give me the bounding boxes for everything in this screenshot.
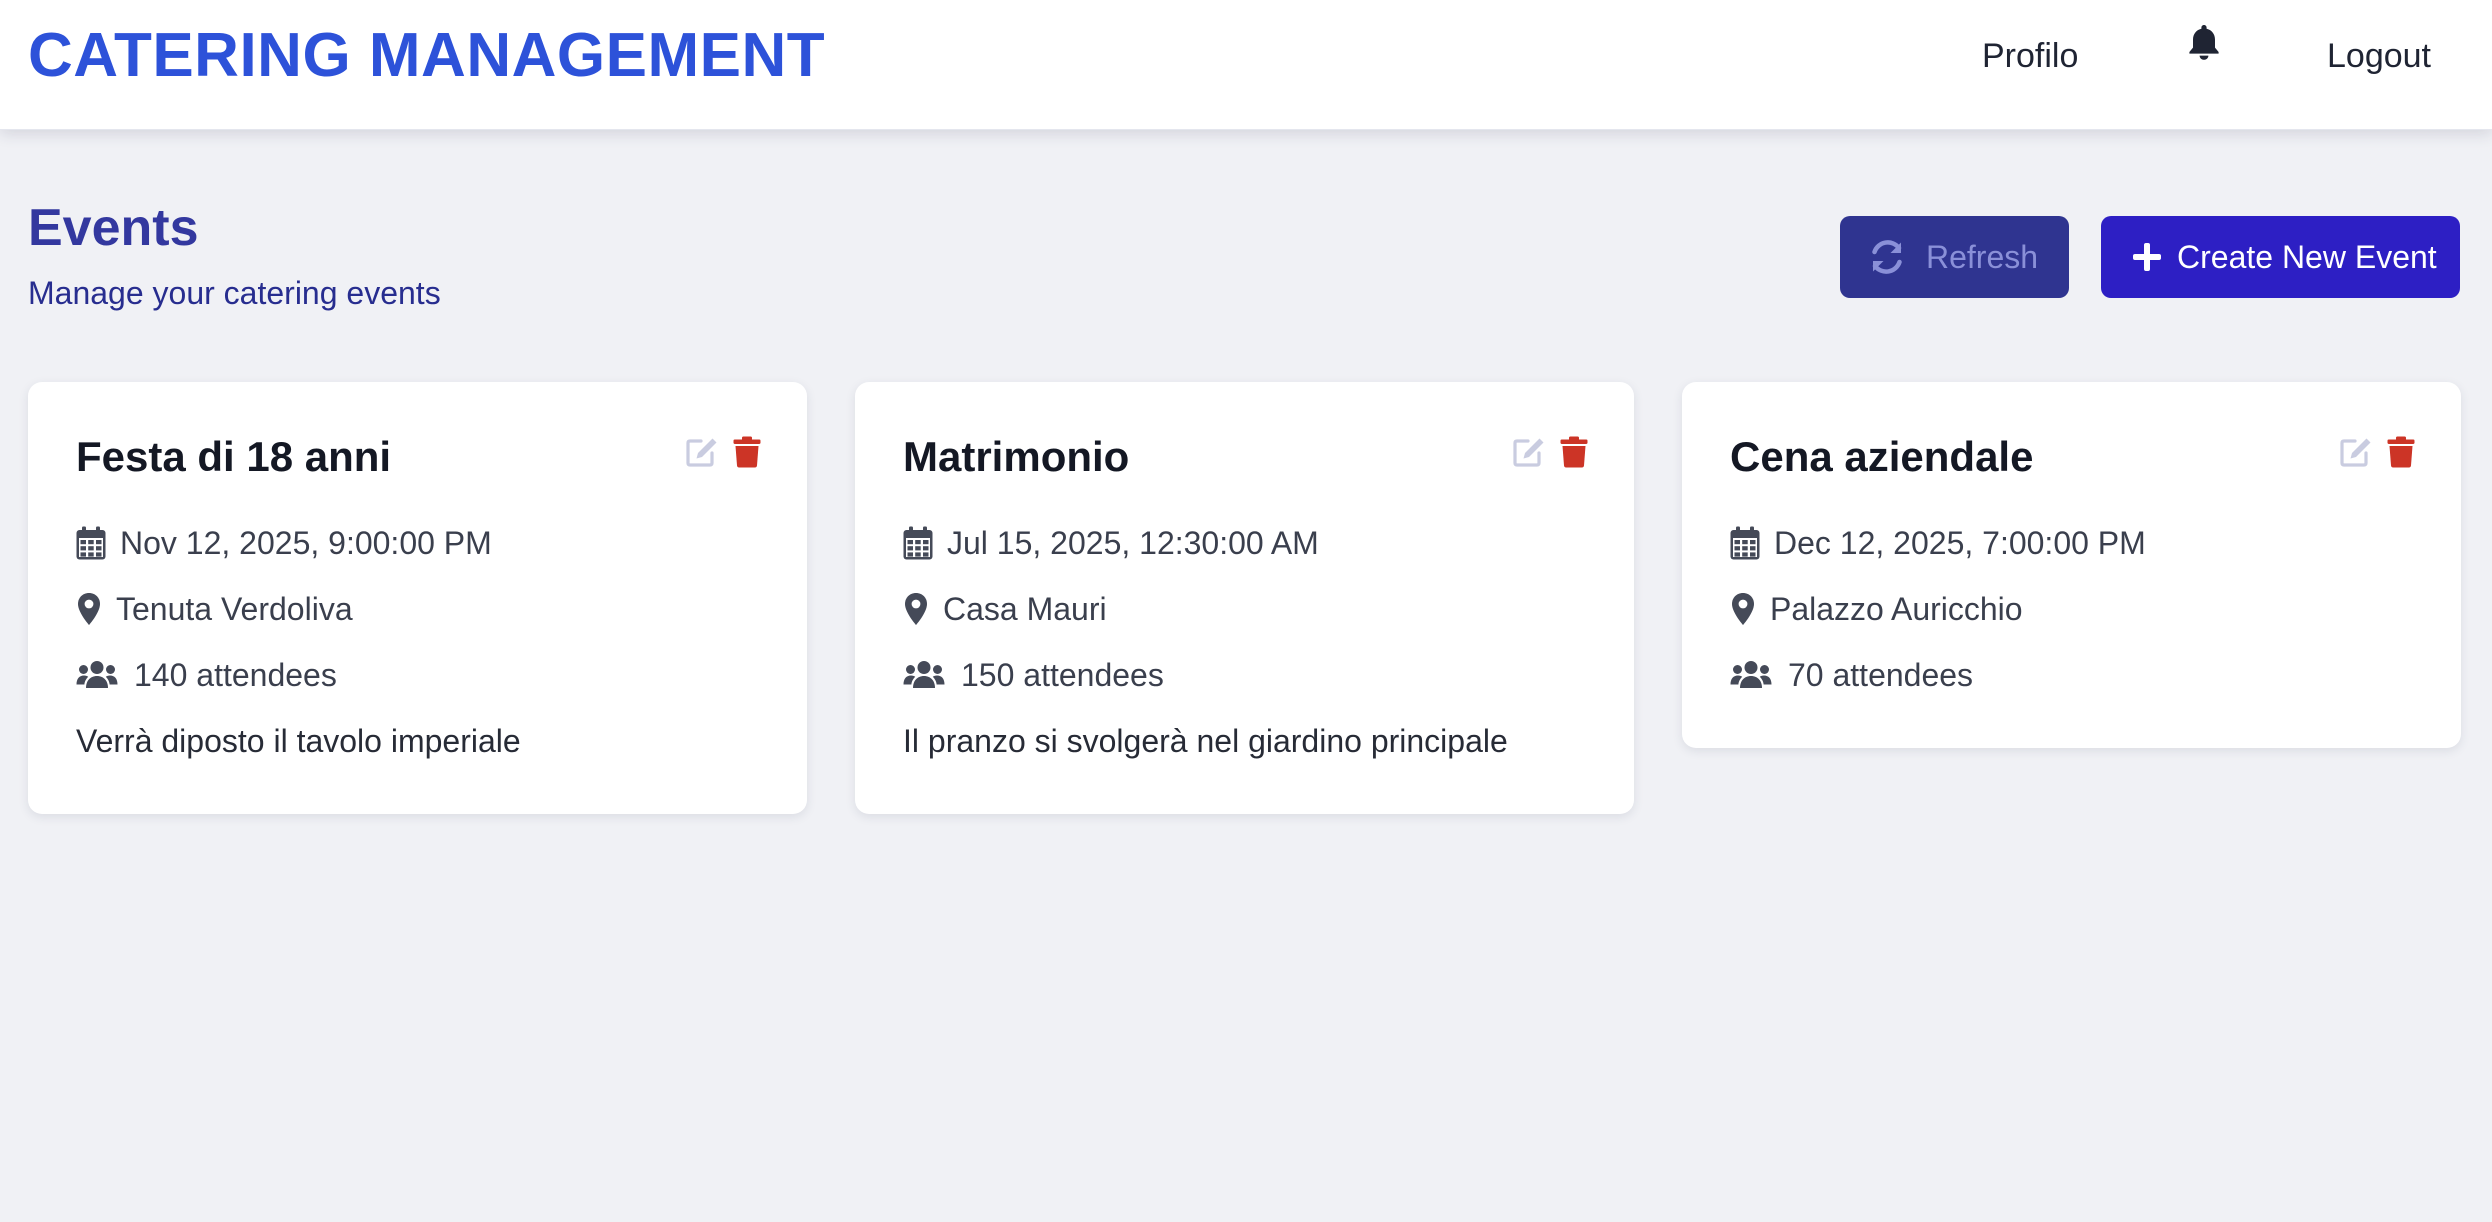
users-icon: [1730, 660, 1772, 690]
trash-icon[interactable]: [1560, 436, 1588, 473]
event-title: Cena aziendale: [1730, 433, 2034, 480]
users-icon: [76, 660, 118, 690]
top-navbar: CATERING MANAGEMENT Profilo Logout: [0, 0, 2492, 130]
map-pin-icon: [1730, 592, 1756, 626]
trash-icon[interactable]: [2387, 436, 2415, 473]
refresh-button-label: Refresh: [1926, 239, 2039, 275]
event-location: Tenuta Verdoliva: [116, 591, 353, 627]
calendar-icon: [1730, 526, 1760, 560]
event-date: Dec 12, 2025, 7:00:00 PM: [1774, 525, 2146, 561]
plus-icon: [2131, 241, 2177, 273]
event-attendees: 140 attendees: [134, 657, 337, 693]
refresh-button[interactable]: Refresh: [1840, 216, 2069, 298]
event-location: Palazzo Auricchio: [1770, 591, 2023, 627]
event-description: Verrà diposto il tavolo imperiale: [76, 723, 521, 759]
event-title: Matrimonio: [903, 433, 1130, 480]
create-event-button-label: Create New Event: [2177, 239, 2437, 275]
page-subtitle: Manage your catering events: [28, 275, 441, 311]
event-location: Casa Mauri: [943, 591, 1107, 627]
event-description: Il pranzo si svolgerà nel giardino princ…: [903, 723, 1508, 759]
calendar-icon: [903, 526, 933, 560]
event-card: Festa di 18 anni Nov 12, 2025, 9:00:00 P…: [28, 382, 807, 814]
edit-icon[interactable]: [685, 436, 719, 473]
map-pin-icon: [903, 592, 929, 626]
nav-profile-link[interactable]: Profilo: [1982, 34, 2078, 78]
edit-icon[interactable]: [1512, 436, 1546, 473]
event-card: Matrimonio Jul 15, 2025, 12:30:00 AM Cas…: [855, 382, 1634, 814]
event-card: Cena aziendale Dec 12, 2025, 7:00:00 PM …: [1682, 382, 2461, 748]
event-attendees: 150 attendees: [961, 657, 1164, 693]
event-date: Nov 12, 2025, 9:00:00 PM: [120, 525, 492, 561]
nav-logout-link[interactable]: Logout: [2327, 34, 2431, 78]
event-date: Jul 15, 2025, 12:30:00 AM: [947, 525, 1319, 561]
bell-icon[interactable]: [2186, 22, 2222, 62]
event-title: Festa di 18 anni: [76, 433, 392, 480]
event-attendees: 70 attendees: [1788, 657, 1974, 693]
map-pin-icon: [76, 592, 102, 626]
calendar-icon: [76, 526, 106, 560]
page-title: Events: [28, 199, 199, 257]
sync-icon: [1870, 240, 1926, 274]
app-brand[interactable]: CATERING MANAGEMENT: [28, 18, 825, 94]
users-icon: [903, 660, 945, 690]
create-event-button[interactable]: Create New Event: [2101, 216, 2460, 298]
trash-icon[interactable]: [733, 436, 761, 473]
edit-icon[interactable]: [2339, 436, 2373, 473]
